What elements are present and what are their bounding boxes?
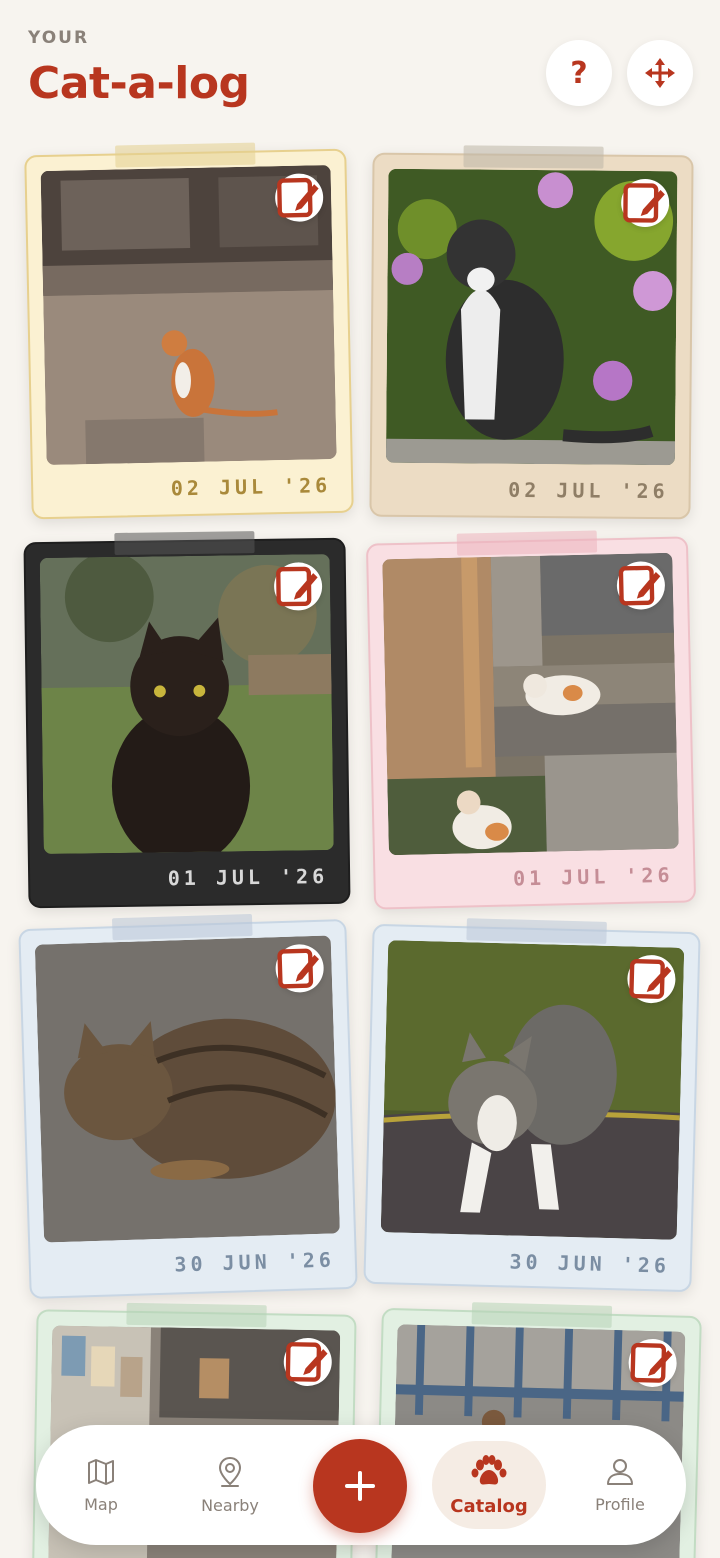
cat-photo	[34, 935, 340, 1243]
nav-item-nearby[interactable]: Nearby	[175, 1425, 285, 1545]
edit-pencil-icon	[277, 948, 319, 989]
edit-button[interactable]	[628, 1338, 678, 1388]
cat-card[interactable]: 30 JUN '26	[18, 913, 358, 1300]
cat-card[interactable]: 30 JUN '26	[363, 918, 701, 1293]
cat-photo	[39, 553, 334, 855]
cat-photo	[40, 164, 337, 466]
map-icon	[88, 1458, 114, 1485]
tape-strip	[115, 142, 256, 168]
tape-strip	[466, 918, 607, 944]
edit-button[interactable]	[274, 943, 325, 994]
cat-card[interactable]: 02 JUL '26	[369, 145, 694, 520]
card-date: 02 JUL '26	[170, 473, 332, 501]
tape-strip	[462, 145, 604, 169]
edit-pencil-icon	[623, 183, 665, 223]
edit-pencil-icon	[285, 1342, 328, 1382]
cat-card[interactable]: 01 JUL '26	[365, 530, 697, 910]
edit-button[interactable]	[616, 560, 666, 611]
location-pin-icon	[218, 1456, 242, 1487]
tape-strip	[111, 913, 253, 941]
edit-pencil-icon	[629, 959, 672, 999]
edit-pencil-icon	[276, 566, 318, 607]
tape-strip	[471, 1302, 613, 1328]
edit-pencil-icon	[630, 1342, 673, 1383]
tape-strip	[114, 531, 255, 555]
edit-pencil-icon	[618, 565, 661, 606]
card-date: 30 JUN '26	[174, 1247, 336, 1277]
nav-label-profile: Profile	[595, 1494, 645, 1514]
move-arrows-icon	[645, 58, 675, 88]
question-mark-icon: ?	[570, 55, 588, 91]
move-button[interactable]	[627, 40, 693, 106]
cat-photo	[385, 168, 678, 466]
page-title: Cat-a-log	[28, 58, 250, 109]
person-icon	[607, 1458, 633, 1485]
nav-label-catalog: Catalog	[450, 1495, 528, 1517]
tape-strip	[126, 1302, 267, 1328]
nav-item-profile[interactable]: Profile	[565, 1425, 675, 1545]
edit-button[interactable]	[273, 562, 323, 611]
paw-icon	[471, 1454, 507, 1484]
card-date: 30 JUN '26	[509, 1249, 671, 1278]
edit-pencil-icon	[277, 177, 319, 218]
edit-button[interactable]	[620, 178, 670, 228]
cat-photo	[382, 552, 679, 856]
tape-strip	[456, 530, 598, 556]
nav-item-map[interactable]: Map	[46, 1425, 156, 1545]
help-button[interactable]: ?	[546, 40, 612, 106]
edit-button[interactable]	[274, 173, 324, 223]
cat-card[interactable]: 02 JUL '26	[24, 142, 354, 520]
bottom-nav: Map Nearby Catalog Profile	[36, 1425, 686, 1545]
edit-button[interactable]	[626, 954, 677, 1004]
header: YOUR Cat-a-log	[28, 28, 250, 109]
cat-card[interactable]: 01 JUL '26	[23, 531, 351, 909]
nav-label-map: Map	[84, 1494, 118, 1514]
card-date: 02 JUL '26	[508, 477, 669, 504]
nav-label-nearby: Nearby	[201, 1495, 259, 1515]
add-button[interactable]	[313, 1439, 407, 1533]
edit-button[interactable]	[283, 1337, 333, 1387]
cat-photo	[380, 940, 685, 1240]
page-eyebrow: YOUR	[28, 28, 90, 48]
nav-item-catalog[interactable]: Catalog	[434, 1425, 544, 1545]
card-date: 01 JUL '26	[512, 862, 674, 891]
card-date: 01 JUL '26	[167, 864, 329, 891]
plus-icon	[345, 1471, 375, 1501]
